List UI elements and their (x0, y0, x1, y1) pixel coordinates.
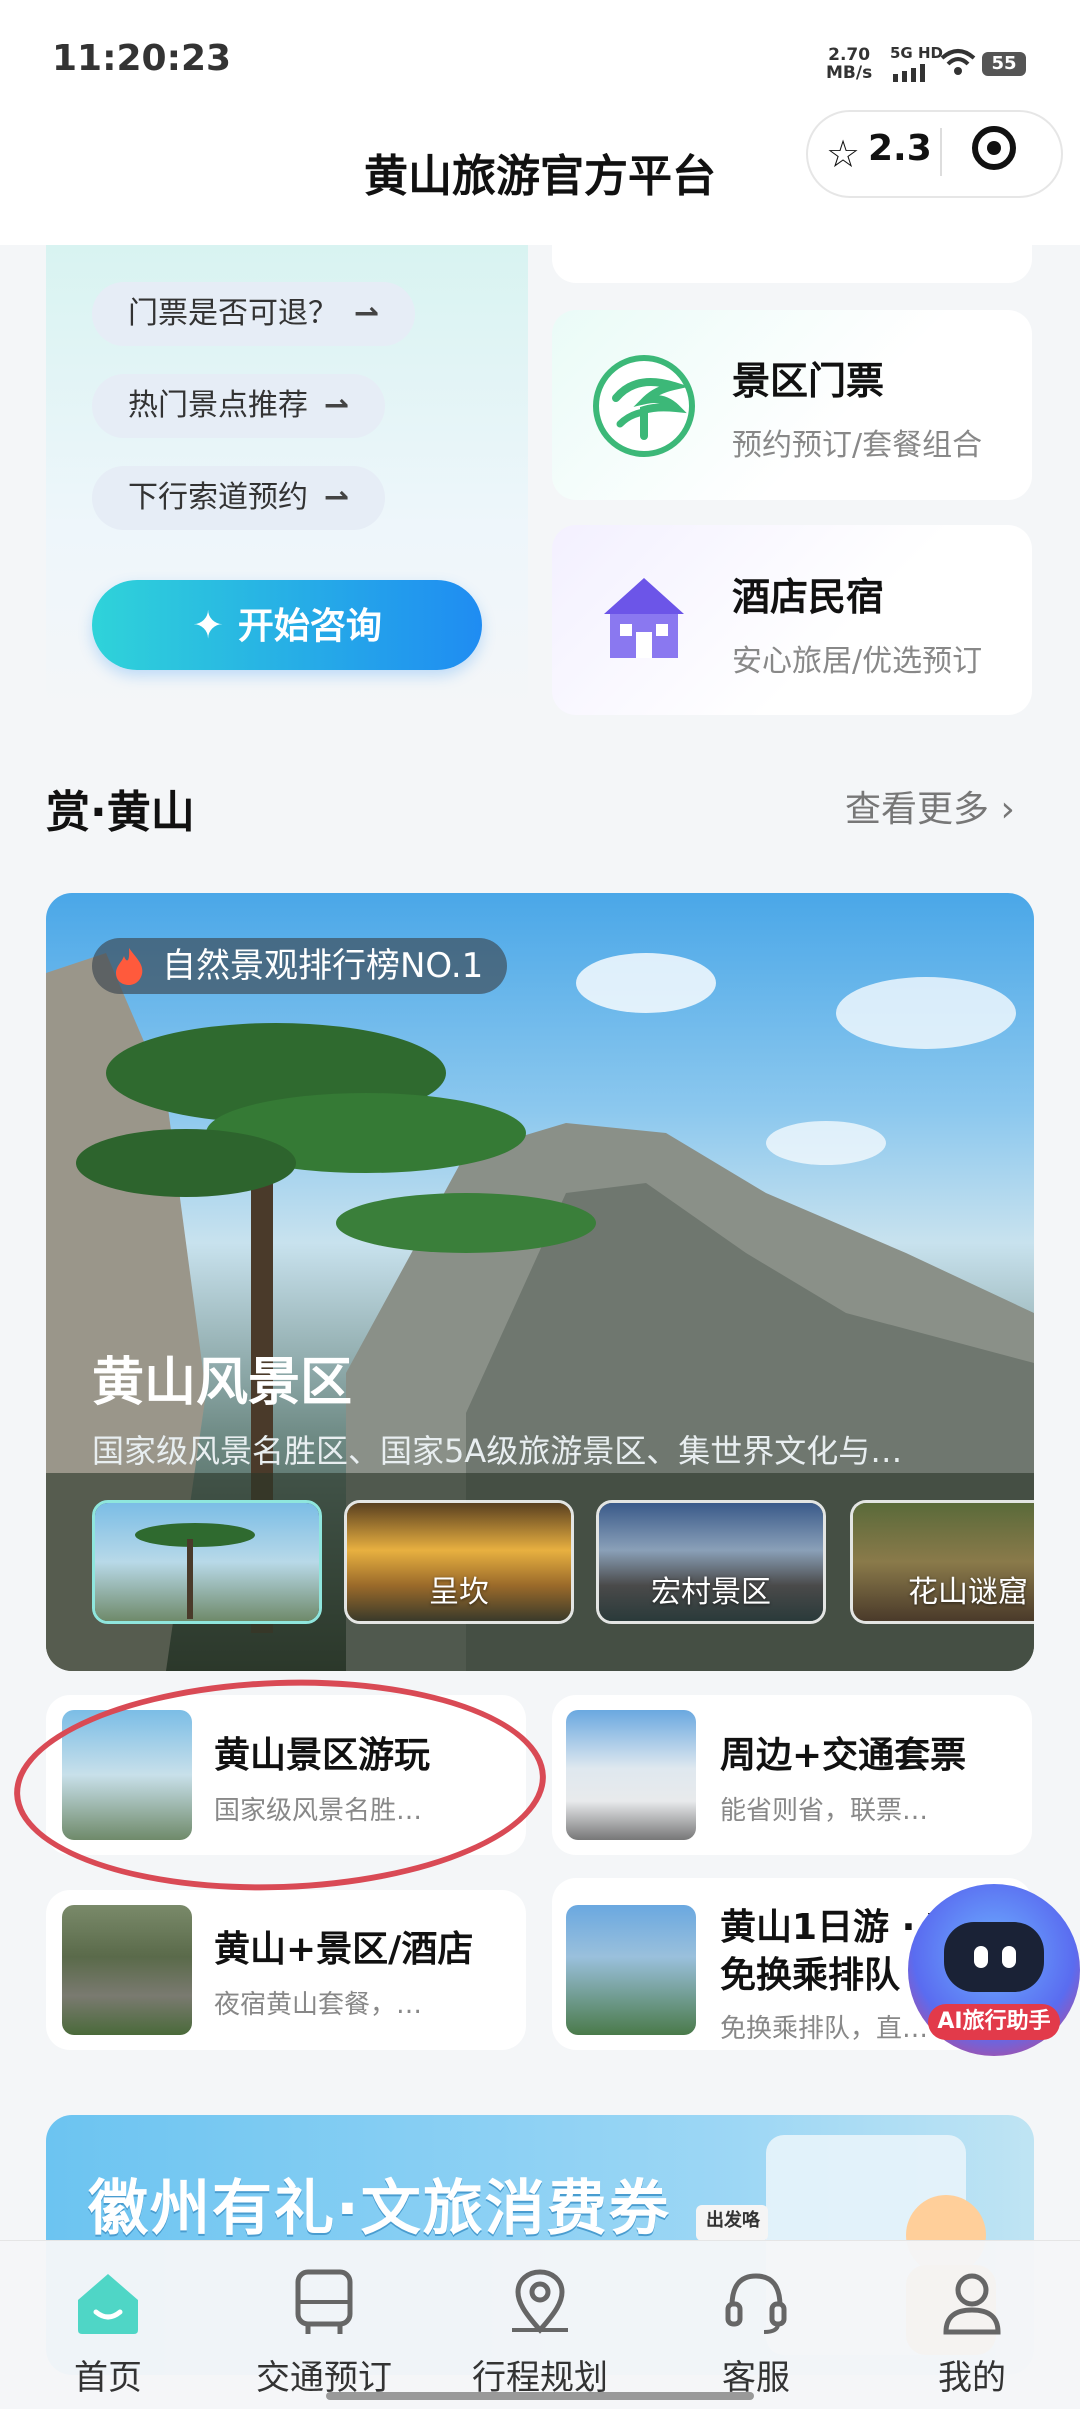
section-title: 赏·黄山 (46, 787, 195, 838)
house-icon (604, 578, 684, 658)
service-subtitle: 安心旅居/优选预订 (732, 644, 983, 679)
banner-title: 徽州有礼·文旅消费券 (88, 2174, 671, 2244)
robot-eye (974, 1946, 988, 1968)
view-more-link[interactable]: 查看更多 › (845, 780, 1015, 832)
tab-transport[interactable]: 交通预订 (216, 2256, 432, 2406)
signal-label: 5G HD (890, 44, 943, 62)
view-more-label: 查看更多 (845, 789, 990, 830)
start-consult-label: 开始咨询 (237, 606, 382, 647)
scenic-description: 国家级风景名胜区、国家5A级旅游景区、集世界文化与… (92, 1432, 903, 1470)
home-indicator (326, 2392, 754, 2400)
thumb-label: 呈坎 (429, 1575, 489, 1610)
tab-label: 首页 (74, 2358, 142, 2398)
capsule-divider (940, 128, 942, 176)
ai-assistant-label: AI旅行助手 (928, 2004, 1060, 2040)
thumb-hongcun[interactable]: 宏村景区 (596, 1500, 826, 1624)
home-icon (78, 2274, 138, 2334)
arrow-icon: ⇀ (324, 388, 350, 423)
consult-chip-refund[interactable]: 门票是否可退？ ⇀ (92, 282, 416, 346)
product-title: 周边+交通套票 (720, 1735, 967, 1776)
wifi-icon (940, 49, 976, 75)
chip-label: 门票是否可退？ (128, 296, 338, 331)
arrow-icon: ⇀ (354, 296, 380, 331)
product-image (566, 1710, 696, 1840)
signal-bars-icon (893, 64, 925, 82)
thumb-huangshan[interactable] (92, 1500, 322, 1624)
rating-value[interactable]: 2.3 (868, 128, 932, 169)
tab-service[interactable]: 客服 (648, 2256, 864, 2406)
service-subtitle: 预约预订/套餐组合 (732, 428, 983, 463)
product-subtitle: 免换乘排队，直… (720, 2014, 929, 2044)
close-target-icon[interactable] (972, 126, 1016, 170)
tab-profile[interactable]: 我的 (864, 2256, 1080, 2406)
chip-label: 热门景点推荐 (128, 388, 308, 423)
product-subtitle: 夜宿黄山套餐，… (214, 1990, 423, 2020)
product-image (62, 1905, 192, 2035)
network-speed: 2.70 MB/s (826, 46, 872, 82)
thumb-chengkan[interactable]: 呈坎 (344, 1500, 574, 1624)
net-speed-unit: MB/s (826, 63, 873, 83)
tab-itinerary[interactable]: 行程规划 (432, 2256, 648, 2406)
product-title-line2: 免换乘排队 (720, 1955, 901, 1996)
net-speed-value: 2.70 (828, 45, 871, 65)
user-icon (943, 2273, 1001, 2335)
robot-face-icon (944, 1922, 1044, 1992)
status-time: 11:20:23 (52, 38, 232, 79)
tab-label: 我的 (938, 2358, 1006, 2398)
start-consult-button[interactable]: ✦ 开始咨询 (92, 580, 482, 670)
thumb-huashan[interactable]: 花山谜窟 (850, 1500, 1034, 1624)
sparkle-icon: ✦ (192, 603, 224, 647)
bus-icon (295, 2269, 353, 2334)
chevron-right-icon: › (989, 789, 1015, 830)
consult-chip-cableway[interactable]: 下行索道预约 ⇀ (92, 466, 386, 530)
banner-sign: 出发咯 (706, 2210, 760, 2231)
map-pin-icon (512, 2269, 568, 2334)
service-title: 酒店民宿 (732, 575, 885, 619)
robot-eye (1002, 1946, 1016, 1968)
battery-icon: 55 (982, 52, 1026, 76)
star-icon[interactable]: ☆ (826, 132, 860, 176)
headset-icon (725, 2273, 787, 2334)
product-subtitle: 能省则省，联票… (720, 1796, 929, 1826)
chip-label: 下行索道预约 (128, 480, 308, 515)
arrow-icon: ⇀ (324, 480, 350, 515)
thumb-label: 宏村景区 (651, 1575, 771, 1610)
product-image (566, 1905, 696, 2035)
tab-home[interactable]: 首页 (0, 2256, 216, 2406)
product-title: 黄山+景区/酒店 (214, 1929, 474, 1970)
service-title: 景区门票 (732, 359, 885, 403)
thumb-label: 花山谜窟 (908, 1575, 1028, 1610)
tree-icon (593, 355, 695, 457)
consult-chip-popular[interactable]: 热门景点推荐 ⇀ (92, 374, 386, 438)
flame-icon (116, 948, 143, 985)
service-card-partial[interactable] (552, 245, 1032, 283)
ranking-badge: 自然景观排行榜NO.1 (92, 938, 508, 994)
scenic-name: 黄山风景区 (92, 1353, 353, 1413)
